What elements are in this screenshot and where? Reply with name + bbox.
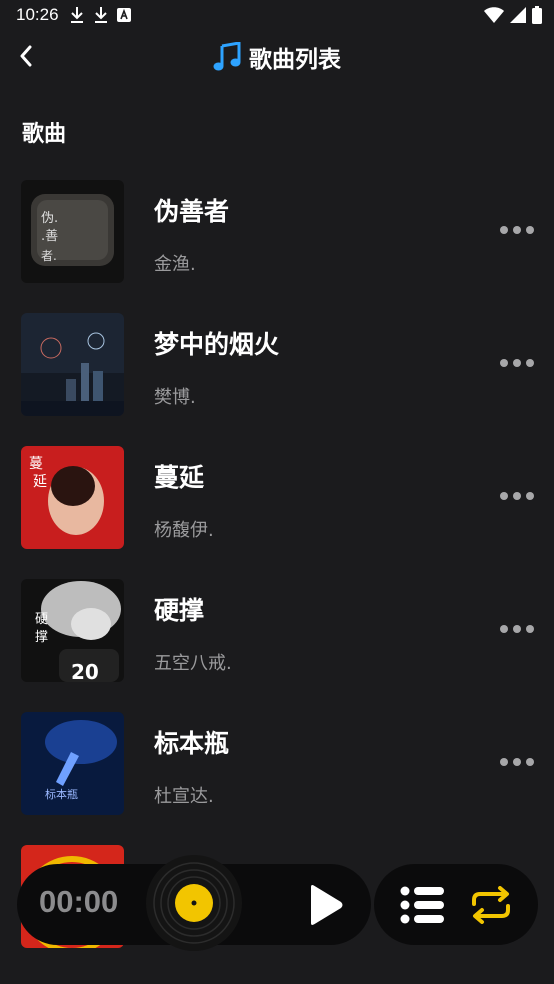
more-options-button[interactable] (500, 220, 534, 240)
album-cover (21, 313, 124, 416)
dot (513, 359, 521, 367)
play-icon (311, 885, 343, 925)
song-artist: 金渔. (154, 254, 196, 275)
album-cover: 20 硬撑 (21, 579, 124, 682)
song-row[interactable]: 伪. .善者. 伪善者 金渔. (0, 180, 554, 313)
battery-icon (532, 6, 542, 24)
text-a-icon (116, 8, 131, 22)
playback-time: 00:00 (39, 884, 119, 919)
music-note-icon (213, 42, 241, 71)
status-right-icons (484, 6, 542, 24)
song-artist: 五空八戒. (154, 653, 232, 674)
playback-controls (374, 864, 538, 945)
song-row[interactable]: 蔓延 蔓延 杨馥伊. (0, 446, 554, 579)
dot (500, 492, 508, 500)
dot (526, 359, 534, 367)
more-options-button[interactable] (500, 752, 534, 772)
song-title: 伪善者 (154, 197, 230, 226)
more-options-button[interactable] (500, 486, 534, 506)
svg-text:蔓: 蔓 (29, 456, 43, 472)
status-left-icons (69, 6, 131, 24)
repeat-icon (472, 886, 510, 924)
status-bar: 10:26 (0, 0, 554, 30)
svg-text:硬: 硬 (35, 612, 48, 627)
play-button[interactable] (305, 884, 345, 926)
dot (526, 625, 534, 633)
song-row[interactable]: 梦中的烟火 樊博. (0, 313, 554, 446)
section-title: 歌曲 (22, 122, 67, 147)
dot (500, 226, 508, 234)
status-time: 10:26 (16, 5, 59, 24)
download-icon (70, 7, 83, 23)
dot (500, 758, 508, 766)
playlist-button[interactable] (400, 886, 446, 924)
page-title: 歌曲列表 (249, 47, 341, 73)
dot (526, 758, 534, 766)
song-title: 标本瓶 (154, 729, 230, 758)
song-title: 蔓延 (154, 463, 205, 492)
svg-text:20: 20 (71, 660, 99, 682)
dot (513, 226, 521, 234)
svg-text:撑: 撑 (35, 630, 48, 645)
song-artist: 杜宣达. (154, 786, 214, 807)
svg-text:标本瓶: 标本瓶 (45, 787, 78, 801)
header: 歌曲列表 (0, 30, 554, 84)
dot (526, 492, 534, 500)
playlist-icon (400, 886, 444, 924)
dot (500, 359, 508, 367)
song-row[interactable]: 标本瓶 标本瓶 杜宣达. (0, 712, 554, 845)
dot (500, 625, 508, 633)
song-title: 硬撑 (154, 596, 205, 625)
svg-text:伪.: 伪. (41, 211, 58, 226)
download-icon (94, 7, 107, 23)
svg-text:.善: .善 (41, 228, 58, 244)
dot (526, 226, 534, 234)
dot (513, 758, 521, 766)
song-title: 梦中的烟火 (154, 330, 280, 359)
repeat-button[interactable] (468, 886, 514, 924)
svg-text:者.: 者. (41, 249, 57, 263)
dot (513, 492, 521, 500)
svg-text:延: 延 (33, 474, 47, 490)
mini-player[interactable]: 00:00 (17, 855, 371, 951)
song-row[interactable]: 20 硬撑 硬撑 五空八戒. (0, 579, 554, 712)
more-options-button[interactable] (500, 619, 534, 639)
song-list: 伪. .善者. 伪善者 金渔. 梦中的烟火 樊博. 蔓延 蔓延 杨馥伊. 20 硬撑… (0, 180, 554, 978)
wifi-icon (484, 7, 504, 23)
album-cover: 标本瓶 (21, 712, 124, 815)
album-cover: 伪. .善者. (21, 180, 124, 283)
song-artist: 杨馥伊. (154, 520, 214, 541)
album-cover: 蔓延 (21, 446, 124, 549)
song-artist: 樊博. (154, 387, 196, 408)
dot (513, 625, 521, 633)
vinyl-record-icon[interactable] (145, 854, 243, 952)
more-options-button[interactable] (500, 353, 534, 373)
title-wrap: 歌曲列表 (0, 38, 554, 76)
signal-icon (510, 7, 526, 23)
